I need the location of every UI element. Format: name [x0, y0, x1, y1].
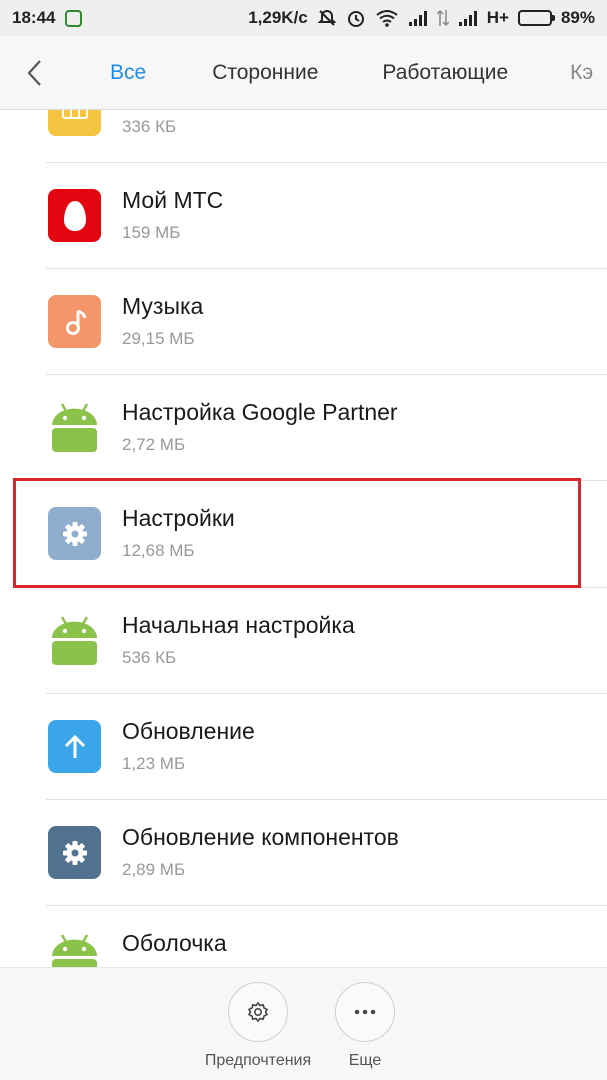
app-size: 536 КБ — [122, 648, 177, 667]
android-icon — [48, 932, 101, 967]
alarm-icon — [346, 8, 366, 28]
gear-icon — [48, 826, 101, 879]
preferences-button[interactable]: Предпочтения — [198, 982, 318, 1070]
list-item[interactable]: Обновление 1,23 МБ — [0, 694, 607, 800]
list-item[interactable]: Музыка 29,15 МБ — [0, 269, 607, 375]
app-size: 336 КБ — [122, 117, 177, 136]
list-item[interactable]: Оболочка — [0, 906, 607, 967]
tab-bar: Все Сторонние Работающие Кэ — [0, 36, 607, 110]
more-dots-icon — [335, 982, 395, 1042]
list-item[interactable]: Обновление компонентов 2,89 МБ — [0, 800, 607, 906]
android-icon — [48, 614, 101, 667]
network-type: H+ — [486, 8, 509, 27]
app-size: 159 МБ — [122, 223, 181, 242]
tab-third-party[interactable]: Сторонние — [208, 61, 322, 85]
app-size: 29,15 МБ — [122, 329, 195, 348]
app-name: Настройки — [122, 505, 235, 531]
list-item[interactable]: Начальная настройка 536 КБ — [0, 588, 607, 694]
data-transfer-icon — [436, 9, 449, 27]
status-bar: 18:44 1,29K/c H+ 89% — [0, 0, 607, 36]
list-item-settings[interactable]: Настройки 12,68 МБ — [0, 481, 607, 588]
more-button[interactable]: Еще — [305, 982, 425, 1070]
notification-icon — [65, 9, 83, 27]
app-name: Музыка — [122, 293, 204, 319]
list-item[interactable]: Мой МТС 159 МБ — [0, 163, 607, 269]
gear-outline-icon — [228, 982, 288, 1042]
network-speed: 1,29K/c — [248, 8, 308, 27]
more-label: Еще — [348, 1052, 382, 1069]
app-size: 1,23 МБ — [122, 754, 186, 773]
app-size: 12,68 МБ — [122, 541, 195, 560]
app-name: Мой МТС — [122, 187, 224, 213]
android-icon — [48, 401, 101, 454]
tab-cached[interactable]: Кэ — [566, 61, 597, 85]
app-list: 336 КБ Мой МТС 159 МБ Музыка 29,15 МБ На… — [0, 110, 607, 967]
app-name: Обновление компонентов — [122, 824, 399, 850]
chevron-left-icon — [27, 59, 41, 86]
wifi-icon — [375, 9, 399, 27]
arrow-up-icon — [48, 720, 101, 773]
app-name: Настройка Google Partner — [122, 399, 398, 425]
app-size: 2,89 МБ — [122, 860, 186, 879]
list-item[interactable]: Настройка Google Partner 2,72 МБ — [0, 375, 607, 481]
preferences-label: Предпочтения — [204, 1052, 312, 1069]
app-name: Обновление — [122, 718, 255, 744]
app-name: Оболочка — [122, 930, 227, 956]
list-item[interactable]: 336 КБ — [0, 110, 607, 163]
battery-icon — [517, 10, 555, 26]
signal-icon-1 — [408, 10, 428, 26]
battery-percent: 89% — [560, 8, 595, 27]
back-button[interactable] — [0, 36, 68, 109]
status-time: 18:44 — [12, 8, 56, 27]
gear-icon — [48, 507, 101, 560]
tab-running[interactable]: Работающие — [378, 61, 512, 85]
tab-all[interactable]: Все — [106, 61, 150, 85]
app-size: 2,72 МБ — [122, 435, 186, 454]
app-name: Начальная настройка — [122, 612, 355, 638]
signal-icon-2 — [458, 10, 478, 26]
mute-icon — [317, 8, 337, 28]
sim-card-icon — [48, 110, 101, 136]
music-note-icon — [48, 295, 101, 348]
mts-egg-icon — [48, 189, 101, 242]
bottom-action-bar: Предпочтения Еще — [0, 967, 607, 1080]
status-right-group: 1,29K/c H+ 89% — [248, 8, 595, 28]
